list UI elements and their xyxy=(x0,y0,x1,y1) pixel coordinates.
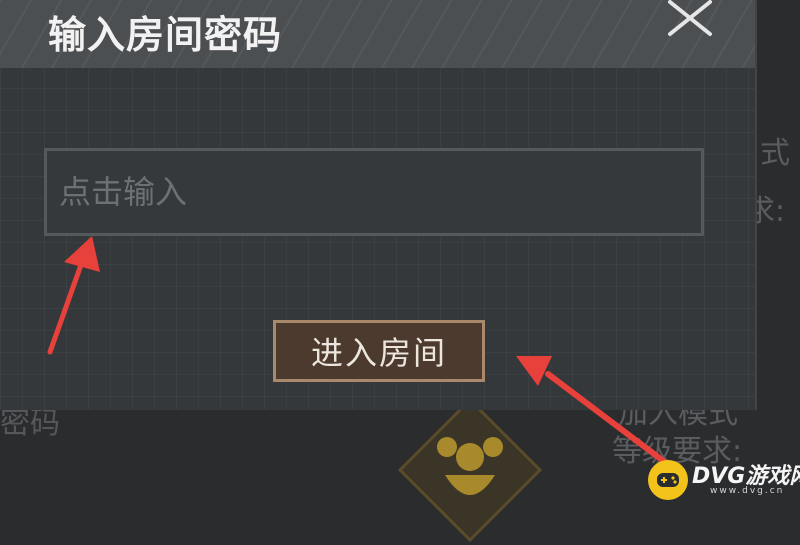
arrow-to-button-icon xyxy=(516,356,681,475)
arrow-to-input-icon xyxy=(47,236,100,355)
gamepad-icon xyxy=(648,460,688,500)
annotation-arrows xyxy=(47,236,681,475)
watermark: DVG游戏网 www.dvg.cn xyxy=(648,458,800,502)
watermark-domain: www.dvg.cn xyxy=(710,486,785,496)
